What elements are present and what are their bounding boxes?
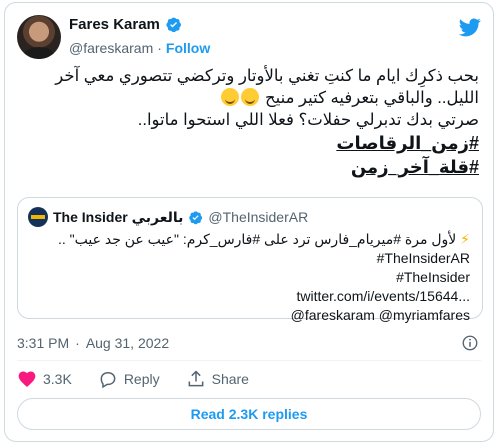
tweet-line-2-text: الليل.. والباقي بتعرفيه كتير منيح <box>265 89 479 107</box>
reply-button[interactable]: Reply <box>98 369 160 389</box>
twitter-logo-icon[interactable] <box>459 16 481 38</box>
share-label: Share <box>211 371 249 387</box>
tweet-line-3: صرتي بدك تدبرلي حفلات؟ فعلا اللي استحوا … <box>137 111 479 129</box>
quoted-author-handle: @TheInsiderAR <box>208 209 309 225</box>
timestamp-separator: · <box>75 335 80 351</box>
quoted-link: twitter.com/i/events/15644... <box>296 288 470 304</box>
handle-separator: · <box>157 40 162 56</box>
wink-emoji-icon <box>241 88 260 106</box>
reply-bubble-icon <box>100 371 116 389</box>
read-replies-button[interactable]: Read 2.3K replies <box>17 398 481 430</box>
quoted-tweet-header: The Insider بالعربي @TheInsiderAR <box>28 207 308 227</box>
quoted-author-name: The Insider بالعربي <box>53 208 184 225</box>
quoted-tweet-body: ⚡ لأول مرة #ميريام_فارس ترد على #فارس_كر… <box>30 230 470 325</box>
heart-icon <box>18 371 36 387</box>
quoted-mentions: @fareskaram @myriamfares <box>290 307 470 323</box>
quoted-tweet[interactable]: The Insider بالعربي @TheInsiderAR ⚡ لأول… <box>17 197 483 323</box>
hashtag-link-1[interactable]: #زمن_الرقاصات <box>19 131 479 155</box>
quoted-line-1: ⚡ لأول مرة #ميريام_فارس ترد على #فارس_كر… <box>30 230 470 249</box>
quoted-hashtag-2: #TheInsider <box>396 269 470 285</box>
tweet-date: Aug 31, 2022 <box>85 335 170 351</box>
like-button[interactable]: 3.3K <box>17 369 72 389</box>
quoted-verified-badge-icon <box>189 210 203 224</box>
quoted-author-avatar <box>28 207 48 227</box>
follow-button[interactable]: Follow <box>166 40 210 56</box>
quoted-line-1-text: لأول مرة #ميريام_فارس ترد على #فارس_كرم:… <box>58 231 457 247</box>
tweet-timestamp[interactable]: 3:31 PM · Aug 31, 2022 <box>17 335 169 351</box>
divider <box>17 360 481 361</box>
tweet-time: 3:31 PM <box>17 335 70 351</box>
sweat-smile-emoji-icon <box>221 88 240 106</box>
author-name[interactable]: Fares Karam <box>69 16 160 33</box>
lightning-emoji-icon: ⚡ <box>460 231 470 247</box>
author-handle[interactable]: @fareskaram <box>69 40 153 56</box>
tweet-actions: 3.3K Reply Share <box>17 369 249 389</box>
author-name-row: Fares Karam <box>69 16 182 33</box>
tweet-card: Fares Karam @fareskaram · Follow بحب ذكر… <box>4 2 494 442</box>
quoted-hashtag-1: #TheInsiderAR <box>376 250 470 266</box>
author-avatar[interactable] <box>17 15 61 59</box>
share-button[interactable]: Share <box>186 369 249 389</box>
tweet-text: بحب ذكرِك ايام ما كنتِ تغني بالأوتار وتر… <box>19 65 479 179</box>
tweet-line-2: الليل.. والباقي بتعرفيه كتير منيح <box>19 87 479 109</box>
author-handle-row: @fareskaram · Follow <box>69 40 210 56</box>
info-icon[interactable] <box>461 334 479 352</box>
verified-badge-icon <box>166 17 181 33</box>
tweet-line-1: بحب ذكرِك ايام ما كنتِ تغني بالأوتار وتر… <box>55 67 479 85</box>
share-upload-icon <box>188 370 204 387</box>
like-count: 3.3K <box>43 371 72 387</box>
hashtag-link-2[interactable]: #قلة_آخر_زمن <box>19 155 479 179</box>
reply-label: Reply <box>123 371 160 387</box>
